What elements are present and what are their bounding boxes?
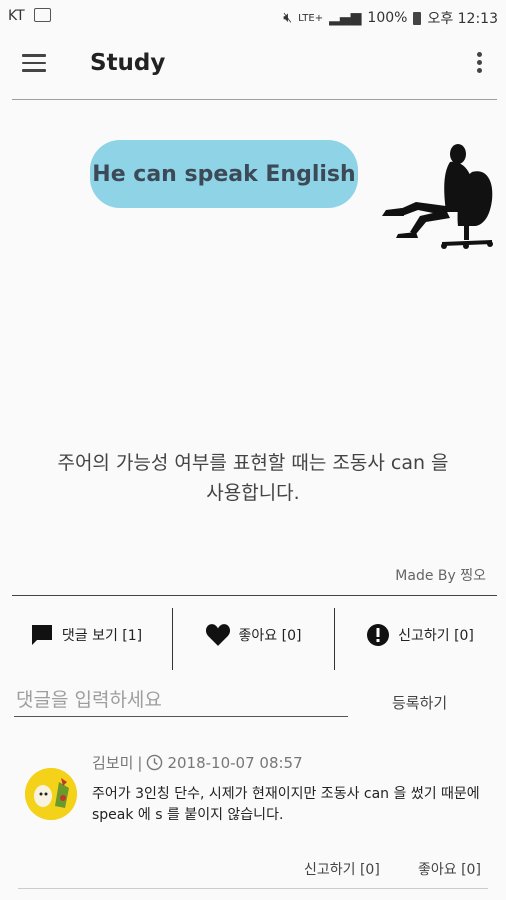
- comment-like-button[interactable]: 좋아요 [0]: [418, 859, 481, 879]
- page-title: Study: [90, 50, 166, 76]
- submit-comment-button[interactable]: 등록하기: [392, 692, 447, 713]
- clock-icon: [147, 754, 163, 771]
- example-sentence: He can speak English: [92, 161, 356, 187]
- avatar-illustration: [25, 768, 77, 820]
- mute-icon: 🔇︎: [283, 10, 293, 26]
- report-label: 신고하기 [0]: [398, 628, 474, 644]
- comment-divider: [18, 888, 488, 889]
- heart-icon: [205, 624, 230, 646]
- status-right: 🔇︎ LTE+ ▂▄▆ 100% 오후 12:13: [283, 8, 498, 28]
- action-bar: 댓글 보기 [1] 좋아요 [0] 신고하기 [0]: [0, 596, 506, 674]
- like-button[interactable]: 좋아요 [0]: [172, 596, 334, 674]
- speaker-silhouette-illustration: [382, 144, 493, 249]
- explanation-line-1: 주어의 가능성 여부를 표현할 때는 조동사 can 을: [57, 452, 449, 474]
- like-label: 좋아요 [0]: [238, 628, 302, 644]
- view-comments-button[interactable]: 댓글 보기 [1]: [0, 596, 172, 674]
- grammar-explanation: 주어의 가능성 여부를 표현할 때는 조동사 can 을 사용합니다.: [0, 448, 506, 508]
- status-bar: KT 🔇︎ LTE+ ▂▄▆ 100% 오후 12:13: [0, 0, 506, 32]
- toolbar-divider: [12, 99, 497, 100]
- carrier-label: KT: [8, 8, 25, 24]
- toolbar: [0, 32, 506, 100]
- comment-author: 김보미: [92, 754, 134, 772]
- view-comments-label: 댓글 보기 [1]: [61, 628, 143, 644]
- battery-label: 100%: [367, 10, 408, 26]
- meta-separator: |: [137, 753, 143, 772]
- battery-icon: [413, 11, 422, 25]
- comment-text: 주어가 3인칭 단수, 시제가 현재이지만 조동사 can 을 썼기 때문에 s…: [92, 786, 480, 823]
- overflow-menu-icon[interactable]: [472, 52, 486, 78]
- signal-icon: ▂▄▆: [329, 10, 362, 26]
- comment-report-button[interactable]: 신고하기 [0]: [304, 859, 380, 879]
- explanation-line-2: 사용합니다.: [206, 482, 300, 504]
- gallery-notification-icon: [34, 8, 51, 22]
- report-button[interactable]: 신고하기 [0]: [334, 596, 506, 674]
- comment-meta: 김보미 | 2018-10-07 08:57: [92, 752, 303, 773]
- hamburger-menu-icon[interactable]: [22, 54, 46, 74]
- comment-timestamp: 2018-10-07 08:57: [167, 753, 303, 772]
- network-label: LTE+: [298, 12, 324, 24]
- clock-label: 오후 12:13: [427, 11, 498, 27]
- comment-icon: [31, 625, 52, 645]
- avatar: [25, 768, 77, 820]
- comment-input[interactable]: [14, 684, 348, 717]
- alert-icon: [367, 624, 390, 646]
- made-by-credit: Made By 찡오: [395, 568, 486, 584]
